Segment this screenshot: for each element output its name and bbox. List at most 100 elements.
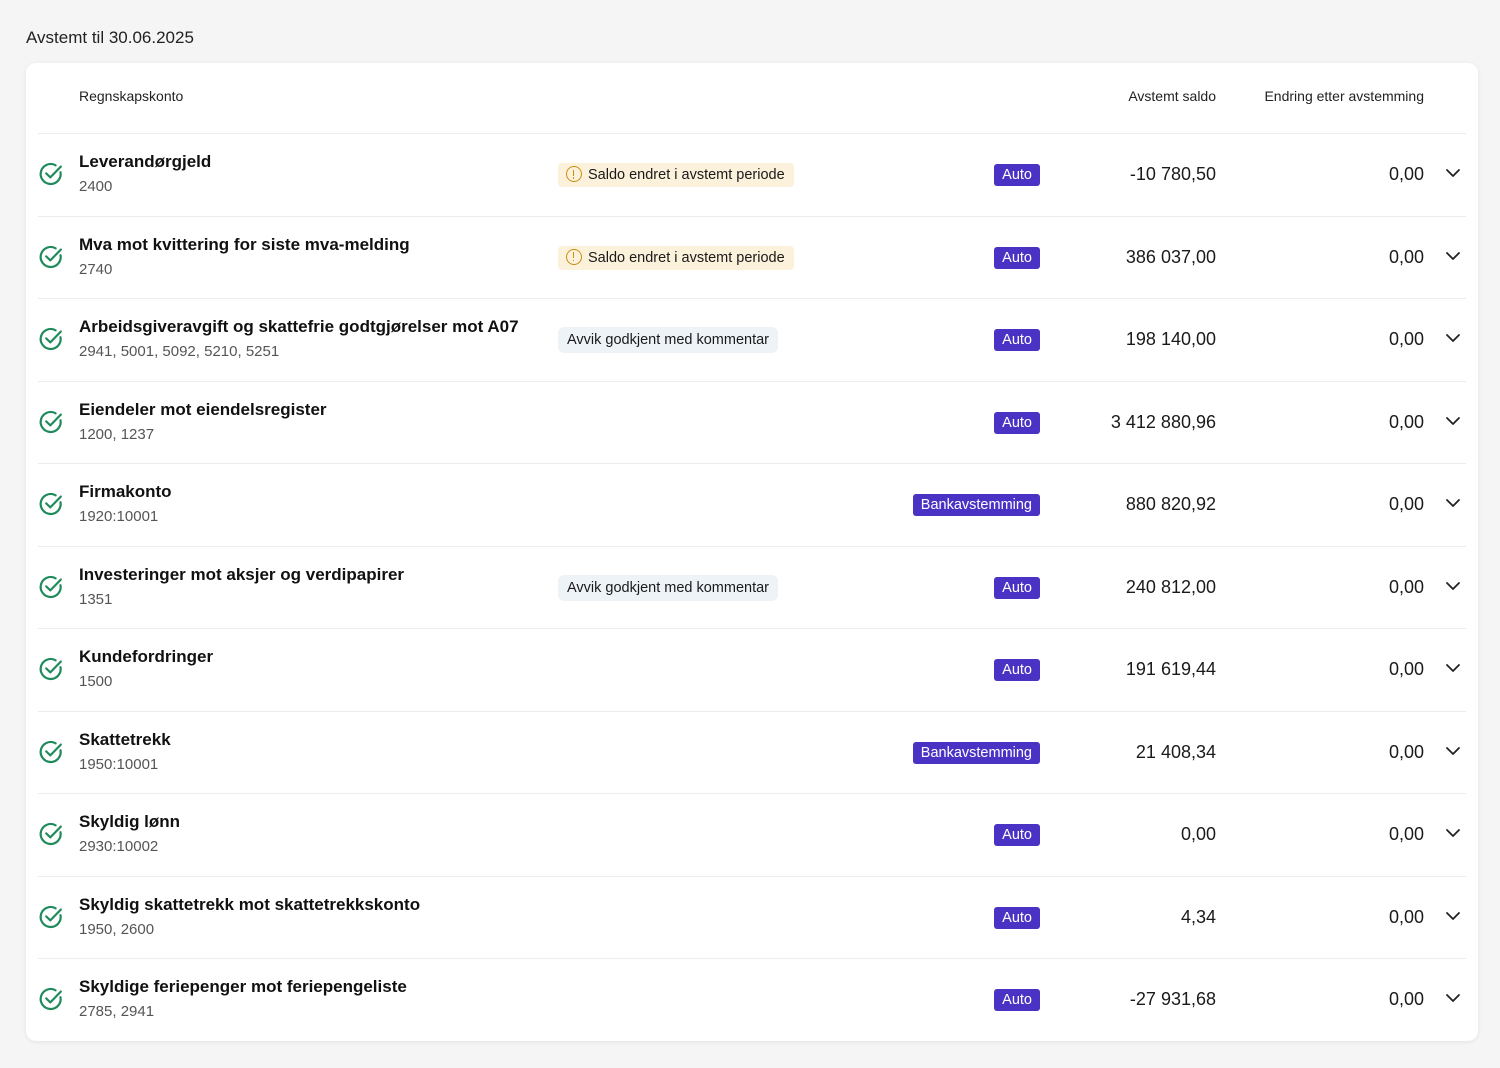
chevron-down-icon[interactable] bbox=[1444, 494, 1462, 512]
account-name: Arbeidsgiveravgift og skattefrie godtgjø… bbox=[79, 317, 519, 336]
chevron-down-icon[interactable] bbox=[1444, 742, 1462, 760]
account-numbers: 1950:10001 bbox=[79, 755, 159, 773]
page-title: Avstemt til 30.06.2025 bbox=[26, 28, 194, 47]
reconciled-balance: 0,00 bbox=[1180, 824, 1216, 844]
reconciliation-table: Regnskapskonto Avstemt saldo Endring ett… bbox=[26, 63, 1478, 1041]
reconciled-balance: -27 931,68 bbox=[1129, 989, 1216, 1009]
chevron-down-icon[interactable] bbox=[1444, 824, 1462, 842]
account-numbers: 2400 bbox=[79, 178, 113, 195]
table-row[interactable]: Firmakonto 1920:10001 Bankavstemming 880 82… bbox=[38, 463, 1466, 546]
change-after-reconciliation: 0,00 bbox=[1388, 494, 1424, 514]
method-badge: Bankavstemming bbox=[912, 494, 1040, 516]
method-badge: Auto bbox=[994, 576, 1040, 599]
check-circle-icon bbox=[39, 492, 62, 516]
chevron-down-icon[interactable] bbox=[1444, 247, 1462, 265]
change-after-reconciliation: 0,00 bbox=[1388, 246, 1424, 267]
account-numbers: 1920:10001 bbox=[79, 508, 159, 525]
account-numbers: 1500 bbox=[79, 673, 113, 690]
table-row[interactable]: Arbeidsgiveravgift og skattefrie godtgjø… bbox=[38, 298, 1466, 381]
account-name: Skyldig skattetrekk mot skattetrekkskont… bbox=[79, 894, 421, 914]
chevron-down-icon[interactable] bbox=[1444, 164, 1462, 182]
reconciled-balance: 3 412 880,96 bbox=[1110, 411, 1216, 432]
table-row[interactable]: Investeringer mot aksjer og verdipapirer… bbox=[38, 545, 1466, 629]
change-after-reconciliation: 0,00 bbox=[1388, 906, 1424, 927]
check-circle-icon bbox=[39, 822, 62, 846]
warning-icon bbox=[566, 166, 582, 182]
header-account: Regnskapskonto bbox=[79, 88, 184, 104]
method-badge: Auto bbox=[994, 906, 1040, 929]
account-name: Leverandørgjeld bbox=[79, 152, 212, 171]
check-circle-icon bbox=[39, 327, 62, 351]
account-numbers: 1950, 2600 bbox=[79, 920, 155, 938]
check-circle-icon bbox=[39, 987, 62, 1011]
account-name: Eiendeler mot eiendelsregister bbox=[79, 399, 327, 419]
reconciled-balance: 386 037,00 bbox=[1125, 246, 1216, 267]
table-row[interactable]: Skyldige feriepenger mot feriepengeliste… bbox=[38, 958, 1466, 1041]
account-name: Skyldig lønn bbox=[79, 812, 181, 831]
change-after-reconciliation: 0,00 bbox=[1388, 576, 1424, 597]
reconciled-balance: 191 619,44 bbox=[1125, 659, 1216, 679]
account-name: Skattetrekk bbox=[79, 729, 171, 749]
status-badge-warning: Saldo endret i avstemt periode bbox=[558, 245, 794, 270]
table-row[interactable]: Mva mot kvittering for siste mva-melding… bbox=[38, 215, 1466, 299]
account-name: Firmakonto bbox=[79, 482, 172, 501]
check-circle-icon bbox=[39, 162, 62, 186]
change-after-reconciliation: 0,00 bbox=[1388, 164, 1424, 184]
change-after-reconciliation: 0,00 bbox=[1388, 741, 1424, 762]
account-numbers: 2785, 2941 bbox=[79, 1003, 155, 1020]
method-badge: Auto bbox=[994, 659, 1040, 681]
table-header: Regnskapskonto Avstemt saldo Endring ett… bbox=[26, 63, 1478, 133]
change-after-reconciliation: 0,00 bbox=[1388, 989, 1424, 1009]
table-row[interactable]: Eiendeler mot eiendelsregister 1200, 1237… bbox=[38, 380, 1466, 464]
account-name: Investeringer mot aksjer og verdipapirer bbox=[79, 564, 405, 584]
reconciled-balance: -10 780,50 bbox=[1129, 164, 1216, 184]
change-after-reconciliation: 0,00 bbox=[1388, 824, 1424, 844]
change-after-reconciliation: 0,00 bbox=[1388, 329, 1424, 349]
account-name: Mva mot kvittering for siste mva-melding bbox=[79, 234, 410, 254]
status-label: Saldo endret i avstemt periode bbox=[588, 167, 785, 183]
check-circle-icon bbox=[39, 657, 62, 681]
reconciled-balance: 198 140,00 bbox=[1125, 329, 1216, 349]
header-change: Endring etter avstemming bbox=[1264, 88, 1424, 104]
method-badge: Auto bbox=[994, 824, 1040, 846]
reconciled-balance: 21 408,34 bbox=[1135, 741, 1216, 762]
chevron-down-icon[interactable] bbox=[1444, 907, 1462, 925]
chevron-down-icon[interactable] bbox=[1444, 329, 1462, 347]
method-badge: Bankavstemming bbox=[912, 741, 1040, 764]
check-circle-icon bbox=[39, 740, 62, 763]
method-badge: Auto bbox=[994, 329, 1040, 351]
warning-icon bbox=[566, 248, 582, 265]
account-numbers: 2740 bbox=[79, 260, 113, 278]
table-body: Leverandørgjeld 2400 Saldo endret i avstem… bbox=[38, 133, 1466, 1041]
check-circle-icon bbox=[39, 905, 62, 928]
account-numbers: 1351 bbox=[79, 590, 113, 608]
status-label: Saldo endret i avstemt periode bbox=[588, 249, 785, 266]
method-badge: Auto bbox=[994, 246, 1040, 269]
method-badge: Auto bbox=[994, 164, 1040, 186]
table-row[interactable]: Skattetrekk 1950:10001 Bankavstemming 21 40… bbox=[38, 710, 1466, 794]
account-numbers: 2930:10002 bbox=[79, 838, 159, 855]
table-row[interactable]: Leverandørgjeld 2400 Saldo endret i avstem… bbox=[38, 133, 1466, 216]
status-badge-warning: Saldo endret i avstemt periode bbox=[558, 163, 794, 187]
change-after-reconciliation: 0,00 bbox=[1388, 411, 1424, 432]
check-circle-icon bbox=[39, 410, 62, 433]
table-row[interactable]: Skyldig skattetrekk mot skattetrekkskont… bbox=[38, 875, 1466, 959]
chevron-down-icon[interactable] bbox=[1444, 989, 1462, 1007]
change-after-reconciliation: 0,00 bbox=[1388, 659, 1424, 679]
account-numbers: 1200, 1237 bbox=[79, 425, 155, 443]
check-circle-icon bbox=[39, 245, 62, 268]
reconciled-balance: 880 820,92 bbox=[1125, 494, 1216, 514]
chevron-down-icon[interactable] bbox=[1444, 412, 1462, 430]
status-badge-info: Avvik godkjent med kommentar bbox=[558, 327, 779, 353]
header-balance: Avstemt saldo bbox=[1128, 88, 1216, 104]
method-badge: Auto bbox=[994, 411, 1040, 434]
status-badge-info: Avvik godkjent med kommentar bbox=[558, 574, 779, 601]
account-numbers: 2941, 5001, 5092, 5210, 5251 bbox=[79, 343, 280, 360]
chevron-down-icon[interactable] bbox=[1444, 659, 1462, 677]
table-row[interactable]: Kundefordringer 1500 Auto 191 619,44 0,00 bbox=[38, 628, 1466, 711]
account-name: Kundefordringer bbox=[79, 647, 214, 666]
table-row[interactable]: Skyldig lønn 2930:10002 Auto 0,00 0,00 bbox=[38, 793, 1466, 876]
reconciled-balance: 240 812,00 bbox=[1125, 576, 1216, 597]
chevron-down-icon[interactable] bbox=[1444, 577, 1462, 595]
check-circle-icon bbox=[39, 575, 62, 598]
